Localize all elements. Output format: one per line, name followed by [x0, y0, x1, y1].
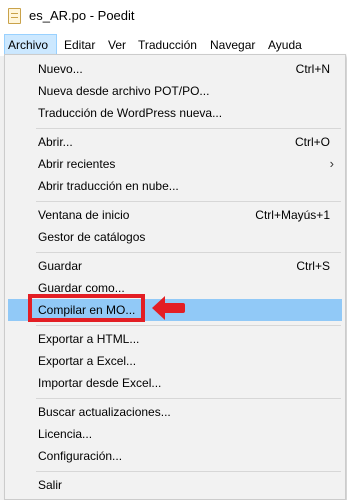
menu-ver[interactable]: Ver — [105, 34, 129, 56]
menu-item-label: Exportar a Excel... — [38, 354, 137, 368]
menu-separator — [36, 201, 341, 202]
menu-item-importar-excel[interactable]: Importar desde Excel... — [8, 372, 342, 394]
menu-item-label: Nuevo... — [38, 62, 83, 76]
menu-separator — [36, 325, 341, 326]
menu-navegar[interactable]: Navegar — [207, 34, 258, 56]
menu-item-label: Abrir... — [38, 135, 73, 149]
file-menu-dropdown: Nuevo... Ctrl+N Nueva desde archivo POT/… — [4, 54, 346, 500]
menu-item-shortcut: Ctrl+O — [294, 135, 330, 149]
menu-item-buscar-actualizaciones[interactable]: Buscar actualizaciones... — [8, 401, 342, 423]
menu-item-shortcut: Ctrl+Mayús+1 — [255, 208, 330, 222]
menu-item-label: Buscar actualizaciones... — [38, 405, 171, 419]
menu-item-exportar-html[interactable]: Exportar a HTML... — [8, 328, 342, 350]
menu-item-shortcut: Ctrl+N — [295, 62, 330, 76]
menu-bar: Archivo Editar Ver Traducción Navegar Ay… — [0, 34, 347, 56]
menu-item-label: Traducción de WordPress nueva... — [38, 106, 223, 120]
poedit-document-icon — [8, 8, 21, 24]
menu-archivo[interactable]: Archivo — [4, 34, 57, 56]
menu-item-abrir[interactable]: Abrir... Ctrl+O — [8, 131, 342, 153]
menu-item-label: Salir — [38, 478, 63, 492]
menu-item-licencia[interactable]: Licencia... — [8, 423, 342, 445]
menu-item-abrir-nube[interactable]: Abrir traducción en nube... — [8, 175, 342, 197]
menu-traduccion[interactable]: Traducción — [135, 34, 200, 56]
menu-item-label: Abrir recientes — [38, 157, 116, 171]
menu-item-label: Configuración... — [38, 449, 123, 463]
menu-item-shortcut: Ctrl+S — [296, 259, 330, 273]
menu-item-salir[interactable]: Salir — [8, 474, 342, 496]
menu-editar[interactable]: Editar — [61, 34, 98, 56]
menu-item-label: Nueva desde archivo POT/PO... — [38, 84, 210, 98]
menu-separator — [36, 252, 341, 253]
menu-separator — [36, 398, 341, 399]
menu-separator — [36, 128, 341, 129]
menu-item-guardar[interactable]: Guardar Ctrl+S — [8, 255, 342, 277]
left-arrow-icon — [152, 296, 185, 320]
menu-item-nueva-desde-pot[interactable]: Nueva desde archivo POT/PO... — [8, 80, 342, 102]
menu-ayuda[interactable]: Ayuda — [265, 34, 305, 56]
menu-item-label: Ventana de inicio — [38, 208, 130, 222]
menu-item-configuracion[interactable]: Configuración... — [8, 445, 342, 467]
menu-item-label: Licencia... — [38, 427, 93, 441]
menu-item-label: Guardar — [38, 259, 83, 273]
chevron-right-icon: › — [329, 156, 334, 171]
menu-item-label: Abrir traducción en nube... — [38, 179, 179, 193]
highlight-annotation-box — [28, 294, 145, 322]
menu-item-label: Exportar a HTML... — [38, 332, 140, 346]
menu-separator — [36, 471, 341, 472]
menu-item-label: Gestor de catálogos — [38, 230, 146, 244]
menu-item-nuevo[interactable]: Nuevo... Ctrl+N — [8, 58, 342, 80]
menu-item-ventana-inicio[interactable]: Ventana de inicio Ctrl+Mayús+1 — [8, 204, 342, 226]
menu-item-abrir-recientes[interactable]: Abrir recientes › — [8, 153, 342, 175]
menu-item-exportar-excel[interactable]: Exportar a Excel... — [8, 350, 342, 372]
window-title: es_AR.po - Poedit — [29, 8, 135, 23]
menu-item-gestor-catalogos[interactable]: Gestor de catálogos — [8, 226, 342, 248]
title-bar: es_AR.po - Poedit — [0, 0, 347, 34]
menu-item-label: Importar desde Excel... — [38, 376, 162, 390]
menu-item-traduccion-wordpress[interactable]: Traducción de WordPress nueva... — [8, 102, 342, 124]
